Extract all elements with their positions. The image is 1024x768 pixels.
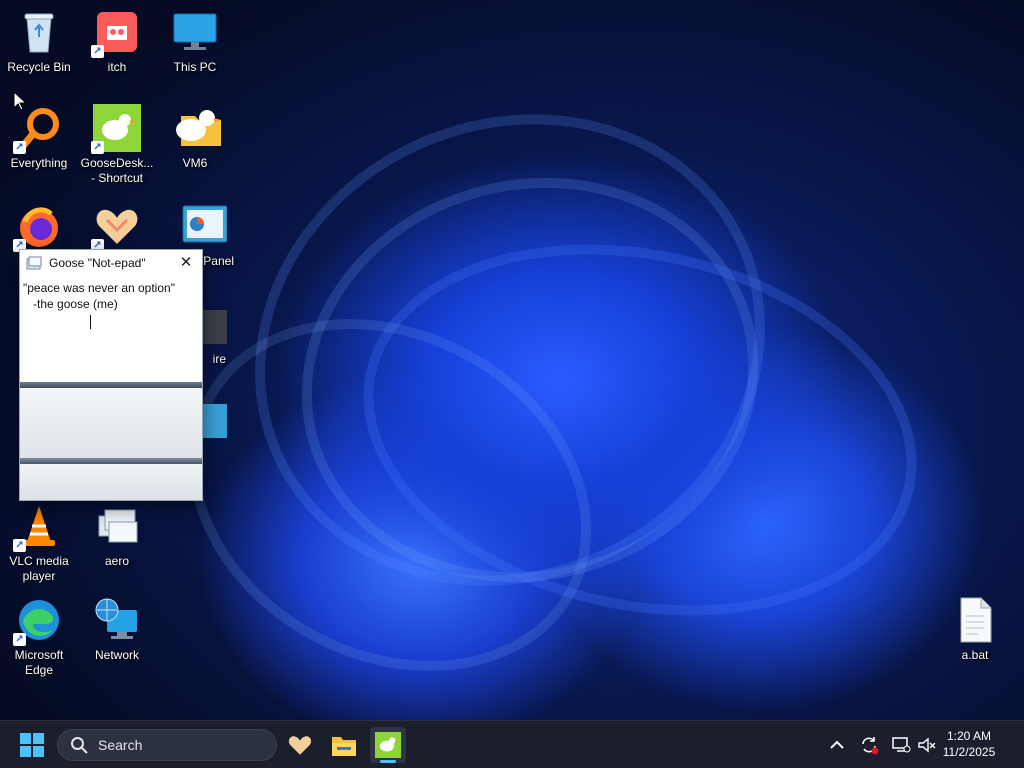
taskbar-app-file-explorer[interactable] [326, 727, 362, 763]
batch-file-icon [951, 596, 999, 644]
magnifier-icon: ↗ [13, 104, 63, 154]
desktop-icon-label: a.bat [961, 648, 989, 662]
notepad-text-area[interactable]: "peace was never an option" -the goose (… [20, 276, 202, 382]
window-title: Goose "Not-epad" [49, 256, 146, 270]
file-explorer-icon [332, 737, 356, 756]
shortcut-arrow-icon: ↗ [13, 141, 26, 154]
clock-time: 1:20 AM [946, 729, 992, 743]
vlc-icon: ↗ [13, 502, 63, 552]
network-icon [93, 596, 141, 644]
desktop-icon-heart[interactable]: ↗ [78, 202, 156, 254]
desktop-icon-goosedesktop[interactable]: ↗ GooseDesk... - Shortcut [78, 104, 156, 186]
desktop-icon-recycle-bin[interactable]: Recycle Bin [0, 8, 78, 75]
desktop-icon-label: Microsoft Edge [14, 648, 64, 677]
desktop-icon-label: VLC media player [9, 554, 69, 583]
heart-icon: ↗ [91, 202, 141, 252]
desktop-icon-aero[interactable]: aero [78, 502, 156, 569]
desktop[interactable]: Recycle Bin ↗ Everything ↗ N Vis ↗ VLC m… [0, 0, 1024, 720]
taskbar: Search 1:20 AM 11/2/2025 [0, 720, 1024, 768]
chevron-up-icon [830, 740, 844, 749]
desktop-icon-label: Recycle Bin [7, 60, 71, 74]
window-panel [20, 464, 202, 500]
shortcut-arrow-icon: ↗ [13, 539, 26, 552]
desktop-icon-vlc[interactable]: ↗ VLC media player [0, 502, 78, 584]
mouse-cursor-icon [13, 91, 27, 111]
desktop-icon-a-bat[interactable]: a.bat [936, 596, 1014, 663]
sync-icon [862, 737, 879, 755]
monitor-icon [171, 8, 219, 56]
text-caret [90, 315, 91, 329]
network-monitor-icon [892, 737, 911, 753]
desktop-icon-this-pc[interactable]: This PC [156, 8, 234, 75]
active-app-indicator [380, 760, 396, 763]
windows-logo-icon [20, 733, 44, 757]
window-panel [20, 388, 202, 458]
desktop-icon-label: Everything [10, 156, 68, 170]
desktop-icon-label: itch [107, 60, 127, 74]
desktop-icon-label: aero [104, 554, 130, 568]
search-placeholder: Search [98, 737, 143, 753]
firefox-icon: ↗ [13, 202, 63, 252]
desktop-icon-label: This PC [173, 60, 217, 74]
folder-icon [171, 104, 221, 152]
control-panel-icon [179, 202, 228, 250]
desktop-icon-label: Network [94, 648, 139, 662]
edge-icon: ↗ [13, 596, 63, 646]
desktop-icon-label: VM6 [182, 156, 208, 170]
shortcut-arrow-icon: ↗ [91, 141, 104, 154]
desktop-icon-everything[interactable]: ↗ Everything [0, 104, 78, 171]
tray-network-button[interactable] [889, 733, 913, 757]
window-titlebar[interactable]: Goose "Not-epad" ✕ [20, 250, 202, 276]
recycle-bin-icon [15, 8, 63, 56]
aero-icon [93, 502, 141, 550]
desktop-icon-label: GooseDesk... - Shortcut [80, 156, 154, 185]
taskbar-app-goose-desktop[interactable] [370, 727, 406, 763]
taskbar-search-box[interactable]: Search [57, 729, 277, 761]
desktop-icon-itch[interactable]: ↗ itch [78, 8, 156, 75]
desktop-icon-edge[interactable]: ↗ Microsoft Edge [0, 596, 78, 678]
taskbar-clock[interactable]: 1:20 AM 11/2/2025 [934, 728, 1004, 760]
shortcut-arrow-icon: ↗ [13, 633, 26, 646]
start-button[interactable] [18, 731, 46, 759]
clock-date: 11/2/2025 [942, 745, 996, 759]
show-hidden-icons-button[interactable] [825, 733, 849, 757]
notepad-icon [26, 256, 42, 270]
close-icon[interactable]: ✕ [176, 253, 196, 273]
tray-sync-button[interactable] [857, 733, 881, 757]
goose-desktop-icon: ↗ [91, 104, 141, 154]
itch-icon: ↗ [91, 8, 141, 58]
desktop-icon-firefox[interactable]: ↗ [0, 202, 78, 254]
shortcut-arrow-icon: ↗ [91, 45, 104, 58]
desktop-icon-vm6[interactable]: VM6 [156, 104, 234, 171]
heart-app-icon [288, 736, 312, 755]
desktop-icon-network[interactable]: Network [78, 596, 156, 663]
goose-desktop-icon [375, 732, 401, 758]
goose-notepad-window[interactable]: Goose "Not-epad" ✕ "peace was never an o… [19, 249, 203, 501]
search-icon [71, 737, 88, 754]
taskbar-app-heart[interactable] [282, 727, 318, 763]
